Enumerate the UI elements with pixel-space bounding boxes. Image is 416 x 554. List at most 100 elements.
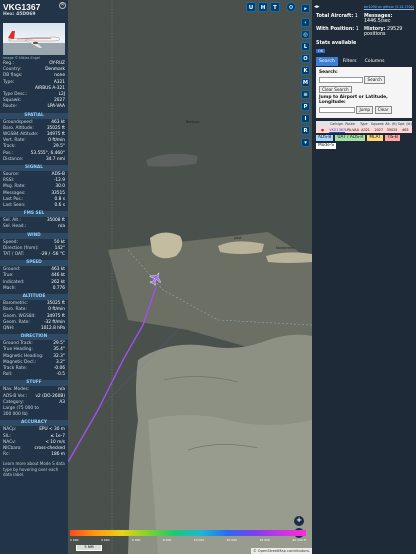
filter-icon[interactable]: ▾ bbox=[301, 138, 310, 147]
altitude-legend bbox=[70, 530, 306, 536]
column-header[interactable]: Callsign bbox=[330, 122, 344, 126]
source-flag: ADS-B bbox=[316, 134, 334, 142]
column-header[interactable]: Alt. (ft) bbox=[384, 122, 398, 126]
source-flag: TIS-B bbox=[384, 134, 400, 142]
btn-O[interactable]: O bbox=[301, 54, 310, 63]
info-value: 186 m bbox=[51, 452, 65, 458]
callsign: VKG1367 bbox=[3, 2, 41, 12]
history-button[interactable]: H bbox=[258, 2, 268, 12]
column-header[interactable] bbox=[316, 122, 330, 126]
info-label[interactable]: Rc: bbox=[3, 452, 10, 458]
btn-L[interactable]: L bbox=[301, 42, 310, 51]
section-header-speed: SPEED bbox=[0, 260, 68, 267]
info-label[interactable]: Distance: bbox=[3, 157, 23, 163]
legend-tick-label: 2 000 bbox=[70, 538, 79, 542]
stat-item: With Position: 1 bbox=[316, 27, 364, 38]
btn-M[interactable]: M bbox=[301, 78, 310, 87]
tar1090-window: VKG1367 Hex: 45D069 ✕ Image © Niklas Eng… bbox=[0, 0, 416, 554]
map-view[interactable]: Borkum Juist Norderney U H T ⚙ ▸ ‹ ◎ L O… bbox=[68, 0, 312, 554]
info-value: -29 / -56 °C bbox=[40, 252, 65, 258]
table-cell[interactable]: VKG1367 bbox=[329, 128, 345, 132]
jump-button[interactable]: Jump bbox=[356, 106, 374, 114]
info-value: 0.776 bbox=[52, 285, 65, 291]
section-header-stuff: STUFF bbox=[0, 380, 68, 387]
column-header[interactable]: Spd. (kt) bbox=[398, 122, 412, 126]
stat-item: History: 29529 positions bbox=[364, 27, 412, 38]
jump-input[interactable] bbox=[319, 107, 355, 114]
reset-icon[interactable]: ◎ bbox=[301, 30, 310, 39]
section-header-wind: WIND bbox=[0, 232, 68, 239]
airplane-image-icon bbox=[3, 31, 65, 55]
info-row: Last Seen: 0.6 s bbox=[0, 203, 68, 209]
settings-gear-icon[interactable]: ⚙ bbox=[286, 2, 296, 12]
section-header-signal: SIGNAL bbox=[0, 165, 68, 172]
info-row: Mach: 0.776 bbox=[0, 286, 68, 292]
section-header-spatial: SPATIAL bbox=[0, 112, 68, 119]
info-sections: SPATIAL Groundspeed: 463 kt Baro. Altitude:… bbox=[0, 112, 68, 459]
info-row: QNH: 1012.8 hPa bbox=[0, 326, 68, 332]
info-row: Route: LPA-VAA bbox=[0, 104, 68, 110]
stat-value: 1 bbox=[354, 14, 358, 19]
map-label-1: Borkum bbox=[186, 120, 200, 124]
legend-tick-label: 6 000 bbox=[131, 538, 141, 542]
units-button[interactable]: U bbox=[246, 2, 256, 12]
btn-K[interactable]: K bbox=[301, 66, 310, 75]
info-label[interactable]: Roll: bbox=[3, 372, 12, 378]
section-header-accuracy: ACCURACY bbox=[0, 420, 68, 427]
clear-button[interactable]: Clear bbox=[374, 106, 392, 114]
info-label[interactable]: Sel. Head.: bbox=[3, 224, 26, 230]
section-header-direction: DIRECTION bbox=[0, 334, 68, 341]
search-button[interactable]: Search bbox=[364, 76, 385, 84]
btn-R[interactable]: R bbox=[301, 126, 310, 135]
column-header[interactable]: Route bbox=[343, 122, 357, 126]
table-cell: LPA-VAA bbox=[345, 127, 359, 132]
stat-value: 1 bbox=[355, 26, 359, 32]
layers-icon[interactable]: ≡ bbox=[301, 90, 310, 99]
aircraft-header: VKG1367 Hex: 45D069 ✕ bbox=[0, 0, 68, 20]
map-attribution[interactable]: © OpenStreetMap contributors. bbox=[251, 548, 312, 554]
zoom-in-button[interactable]: + bbox=[294, 516, 304, 526]
hex-code: Hex: 45D069 bbox=[3, 12, 36, 17]
collapse-icon[interactable]: ‹ bbox=[301, 18, 310, 27]
table-cell: 35025 bbox=[386, 127, 398, 132]
aircraft-photo[interactable] bbox=[3, 23, 65, 55]
btn-I[interactable]: I bbox=[301, 114, 310, 123]
jump-label: Jump to Airport or Latitude, Longitude: bbox=[319, 95, 388, 106]
info-row: TAT / OAT: -29 / -56 °C bbox=[0, 252, 68, 258]
column-header[interactable]: Squawk bbox=[371, 122, 385, 126]
scale-bar: 5 NM bbox=[76, 545, 102, 551]
stat-label: Total Aircraft: bbox=[316, 14, 354, 19]
sidebar-topline: ◂▸ tar1090 on github (3.14.1700) bbox=[312, 0, 416, 13]
close-icon[interactable]: ✕ bbox=[59, 2, 66, 9]
expand-arrows-icon[interactable]: ◂▸ bbox=[314, 4, 330, 10]
column-header[interactable]: Type bbox=[357, 122, 371, 126]
toggle-sidebar-icon[interactable]: ▸ bbox=[301, 4, 310, 13]
btn-P[interactable]: P bbox=[301, 102, 310, 111]
search-label: Search: bbox=[319, 70, 338, 76]
info-label[interactable]: Route: bbox=[3, 104, 17, 110]
info-row: Sel. Head.: n/a bbox=[0, 224, 68, 230]
tab-columns[interactable]: Columns bbox=[362, 57, 388, 66]
tab-search[interactable]: Search bbox=[316, 57, 338, 67]
info-label[interactable]: Type: bbox=[3, 80, 14, 86]
version-link[interactable]: tar1090 on github (3.14.1700) bbox=[364, 5, 414, 9]
trails-button[interactable]: T bbox=[270, 2, 280, 12]
stat-item: Total Aircraft: 1 bbox=[316, 14, 364, 25]
search-input[interactable] bbox=[319, 76, 363, 83]
info-value: 1012.8 hPa bbox=[40, 325, 65, 331]
tab-filters[interactable]: Filters bbox=[340, 57, 360, 66]
info-label[interactable]: 300 000 lb) bbox=[3, 412, 28, 418]
source-flag: Mode-S bbox=[316, 143, 336, 150]
stat-item: Messages: 1446.5/sec bbox=[364, 14, 412, 25]
basic-info: Reg.: OY-RUZ Country: Denmark DB flags: none T… bbox=[0, 61, 68, 111]
info-label[interactable]: Last Seen: bbox=[3, 203, 26, 209]
info-value: A3 bbox=[59, 399, 65, 405]
info-label[interactable]: Mach: bbox=[3, 286, 16, 292]
info-label[interactable]: QNH: bbox=[3, 326, 14, 332]
clear-search-button[interactable]: Clear Search bbox=[319, 85, 352, 94]
legend-tick-label: 30 000 bbox=[259, 538, 270, 542]
map-label-2: Juist bbox=[234, 236, 242, 240]
legend-tick-label: 20 000 bbox=[226, 538, 238, 542]
legend-tick-label: 4 000 bbox=[100, 538, 110, 542]
info-label[interactable]: TAT / OAT: bbox=[3, 252, 24, 258]
